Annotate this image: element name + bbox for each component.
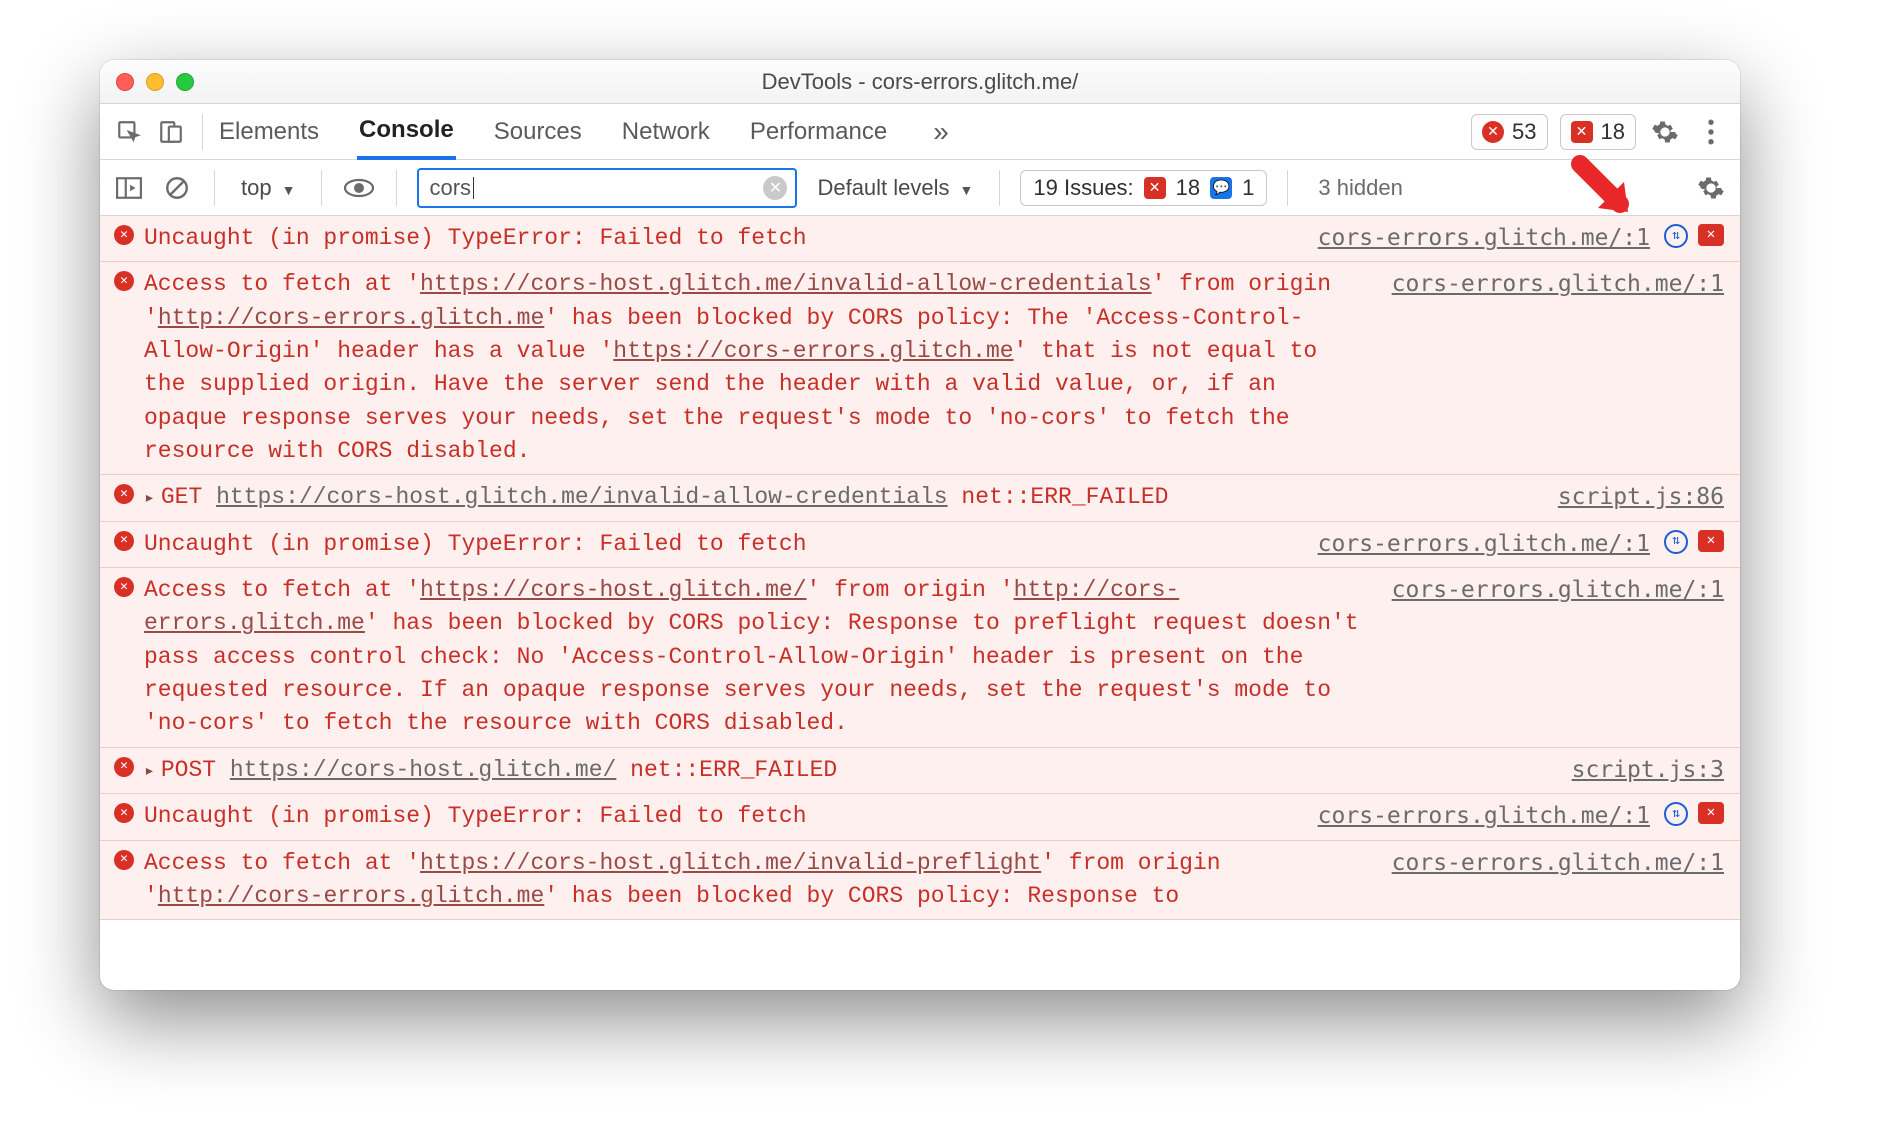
panel-tabs: Elements Console Sources Network Perform… [217, 104, 957, 160]
filter-input[interactable]: cors ✕ [417, 168, 797, 208]
console-message[interactable]: ✕Access to fetch at 'https://cors-host.g… [100, 841, 1740, 921]
message-actions: ⇅✕ [1664, 802, 1724, 826]
device-toolbar-icon[interactable] [154, 115, 188, 149]
close-window-button[interactable] [116, 73, 134, 91]
message-body: Access to fetch at 'https://cors-host.gl… [140, 574, 1372, 741]
console-message[interactable]: ✕GET https://cors-host.glitch.me/invalid… [100, 475, 1740, 521]
context-selector[interactable]: top [235, 171, 301, 205]
error-icon: ✕ [114, 850, 140, 870]
text-cursor [473, 177, 474, 199]
console-message[interactable]: ✕Access to fetch at 'https://cors-host.g… [100, 568, 1740, 748]
separator [214, 170, 215, 206]
error-icon: ✕ [114, 577, 140, 597]
devtools-window: DevTools - cors-errors.glitch.me/ Elemen… [100, 60, 1740, 990]
annotation-arrow-icon [1570, 154, 1640, 224]
source-link[interactable]: cors-errors.glitch.me/:1 [1318, 800, 1650, 833]
error-icon: ✕ [114, 484, 140, 504]
error-count-chip[interactable]: ✕ 53 [1471, 114, 1547, 150]
console-toolbar: top cors ✕ Default levels 19 Issues: ✕ 1… [100, 160, 1740, 216]
settings-icon[interactable] [1648, 115, 1682, 149]
tab-console[interactable]: Console [357, 104, 456, 160]
context-label: top [241, 175, 272, 201]
zoom-window-button[interactable] [176, 73, 194, 91]
source-link[interactable]: script.js:86 [1558, 481, 1724, 514]
issue-icon[interactable]: ✕ [1698, 530, 1724, 552]
clear-filter-icon[interactable]: ✕ [763, 176, 787, 200]
error-icon: ✕ [1482, 121, 1504, 143]
issues-error-icon: ✕ [1144, 177, 1166, 199]
inspect-element-icon[interactable] [112, 115, 146, 149]
console-message[interactable]: ✕Uncaught (in promise) TypeError: Failed… [100, 216, 1740, 262]
message-body: Access to fetch at 'https://cors-host.gl… [140, 847, 1372, 914]
tab-performance[interactable]: Performance [748, 106, 889, 158]
minimize-window-button[interactable] [146, 73, 164, 91]
show-sidebar-icon[interactable] [112, 171, 146, 205]
error-badge-count: 18 [1601, 119, 1625, 145]
window-controls [116, 73, 194, 91]
error-icon: ✕ [114, 803, 140, 823]
titlebar: DevTools - cors-errors.glitch.me/ [100, 60, 1740, 104]
replay-xhr-icon[interactable]: ⇅ [1664, 802, 1688, 826]
console-message[interactable]: ✕Uncaught (in promise) TypeError: Failed… [100, 522, 1740, 568]
tab-elements[interactable]: Elements [217, 106, 321, 158]
window-title: DevTools - cors-errors.glitch.me/ [114, 69, 1726, 95]
live-expression-icon[interactable] [342, 171, 376, 205]
separator [202, 114, 203, 150]
kebab-menu-icon[interactable] [1694, 115, 1728, 149]
toolbar-right: ✕ 53 ✕ 18 [1471, 114, 1728, 150]
message-body: POST https://cors-host.glitch.me/ net::E… [140, 754, 1552, 787]
issues-info-icon: 💬 [1210, 177, 1232, 199]
separator [1287, 170, 1288, 206]
tab-sources[interactable]: Sources [492, 106, 584, 158]
error-icon: ✕ [114, 531, 140, 551]
issue-icon[interactable]: ✕ [1698, 802, 1724, 824]
separator [396, 170, 397, 206]
log-levels-selector[interactable]: Default levels [811, 171, 979, 205]
issue-icon[interactable]: ✕ [1698, 224, 1724, 246]
console-message[interactable]: ✕Uncaught (in promise) TypeError: Failed… [100, 794, 1740, 840]
replay-xhr-icon[interactable]: ⇅ [1664, 530, 1688, 554]
source-link[interactable]: script.js:3 [1572, 754, 1724, 787]
separator [999, 170, 1000, 206]
message-body: Uncaught (in promise) TypeError: Failed … [140, 222, 1298, 255]
main-toolbar: Elements Console Sources Network Perform… [100, 104, 1740, 160]
separator [321, 170, 322, 206]
console-message[interactable]: ✕POST https://cors-host.glitch.me/ net::… [100, 748, 1740, 794]
source-link[interactable]: cors-errors.glitch.me/:1 [1392, 268, 1724, 301]
message-actions: ⇅✕ [1664, 530, 1724, 554]
clear-console-icon[interactable] [160, 171, 194, 205]
message-actions: ⇅✕ [1664, 224, 1724, 248]
issues-info-count: 1 [1242, 175, 1254, 201]
tab-network[interactable]: Network [620, 106, 712, 158]
filter-value: cors [429, 175, 471, 201]
console-message[interactable]: ✕Access to fetch at 'https://cors-host.g… [100, 262, 1740, 475]
issues-error-count: 18 [1176, 175, 1200, 201]
source-link[interactable]: cors-errors.glitch.me/:1 [1318, 528, 1650, 561]
error-icon: ✕ [114, 757, 140, 777]
error-badge-chip[interactable]: ✕ 18 [1560, 114, 1636, 150]
message-body: Uncaught (in promise) TypeError: Failed … [140, 528, 1298, 561]
message-body: Access to fetch at 'https://cors-host.gl… [140, 268, 1372, 468]
error-badge-icon: ✕ [1571, 121, 1593, 143]
issues-chip[interactable]: 19 Issues: ✕ 18 💬 1 [1020, 170, 1267, 206]
error-icon: ✕ [114, 271, 140, 291]
message-body: GET https://cors-host.glitch.me/invalid-… [140, 481, 1538, 514]
source-link[interactable]: cors-errors.glitch.me/:1 [1392, 847, 1724, 880]
more-tabs-button[interactable]: » [925, 116, 957, 148]
source-link[interactable]: cors-errors.glitch.me/:1 [1392, 574, 1724, 607]
hidden-count[interactable]: 3 hidden [1318, 175, 1402, 201]
console-output: ✕Uncaught (in promise) TypeError: Failed… [100, 216, 1740, 920]
error-count: 53 [1512, 119, 1536, 145]
console-settings-icon[interactable] [1694, 171, 1728, 205]
issues-label: 19 Issues: [1033, 175, 1133, 201]
source-link[interactable]: cors-errors.glitch.me/:1 [1318, 222, 1650, 255]
replay-xhr-icon[interactable]: ⇅ [1664, 224, 1688, 248]
message-body: Uncaught (in promise) TypeError: Failed … [140, 800, 1298, 833]
levels-label: Default levels [817, 175, 949, 201]
error-icon: ✕ [114, 225, 140, 245]
